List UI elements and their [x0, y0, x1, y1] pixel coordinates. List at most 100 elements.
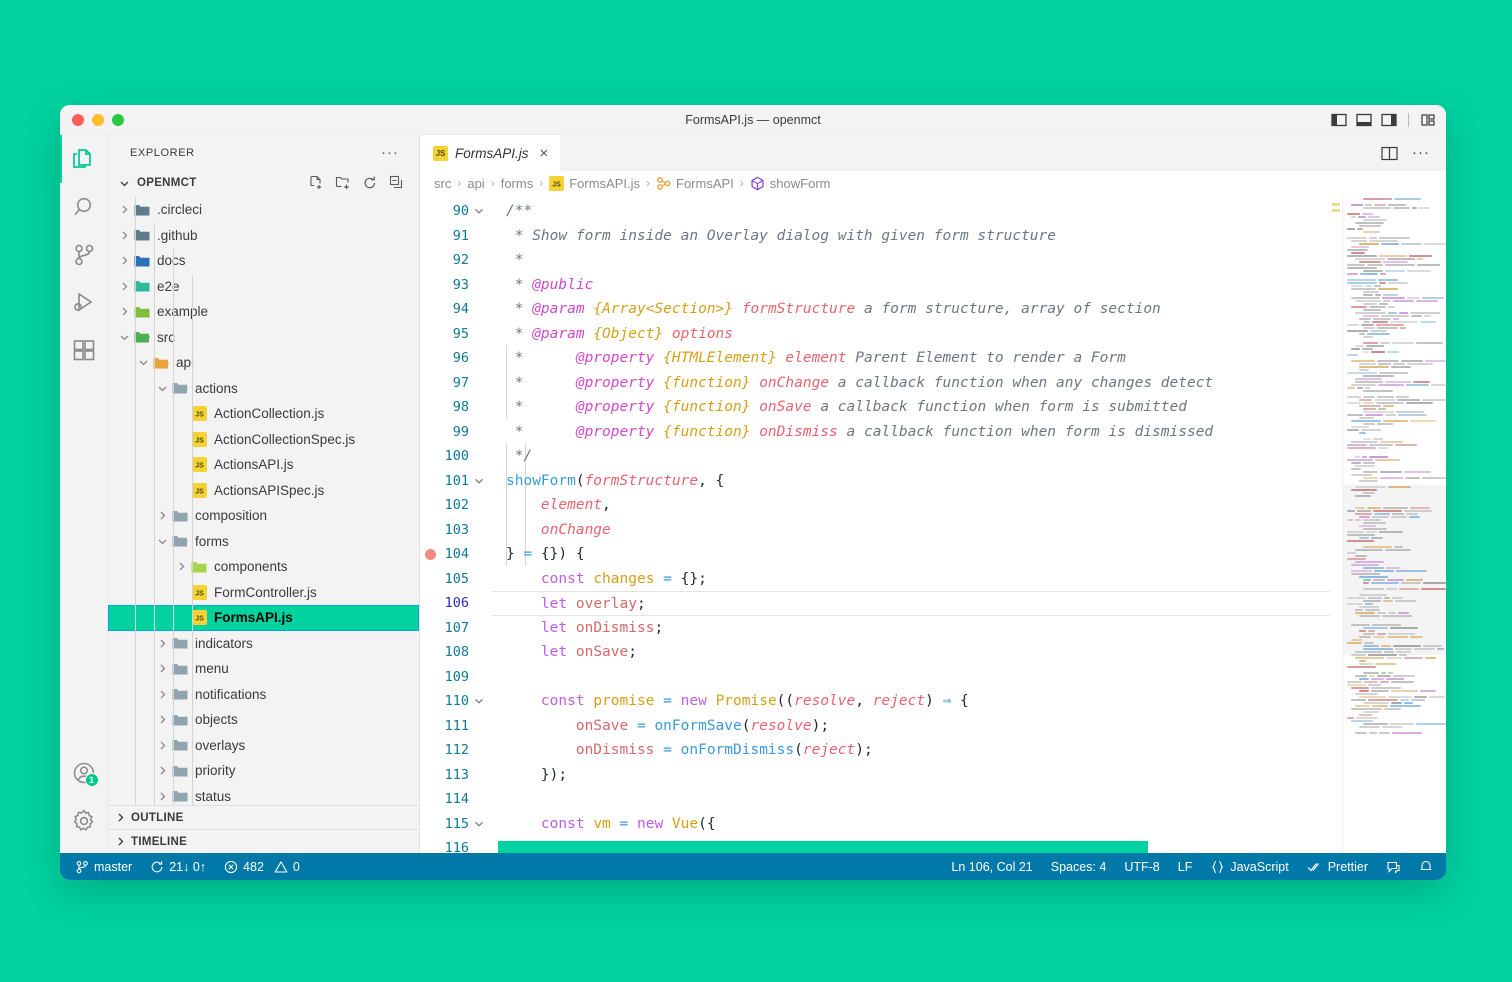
line-number-112[interactable]: 112	[420, 738, 492, 763]
code-line-107[interactable]: let onDismiss;	[492, 616, 1330, 641]
explorer-more-actions-icon[interactable]: ···	[381, 145, 399, 160]
code-line-102[interactable]: element,	[492, 493, 1330, 518]
code-editor[interactable]: 90 91 92 93 94 95 96 97 98 99 100 101 102 103 104 105 10…	[420, 195, 1446, 853]
code-line-98[interactable]: * @property {function} onSave a callback…	[492, 395, 1330, 420]
timeline-pane-header[interactable]: TIMELINE	[108, 829, 419, 853]
code-line-113[interactable]: });	[492, 763, 1330, 788]
horizontal-scrollbar[interactable]	[420, 841, 1342, 853]
chevron-right-icon[interactable]	[154, 790, 170, 803]
chevron-right-icon[interactable]	[154, 688, 170, 701]
chevron-right-icon[interactable]	[154, 662, 170, 675]
chevron-right-icon[interactable]	[154, 764, 170, 777]
line-number-95[interactable]: 95	[420, 322, 492, 347]
chevron-down-icon[interactable]	[116, 331, 132, 344]
workspace-section-header[interactable]: OPENMCT	[108, 170, 419, 196]
chevron-down-icon[interactable]	[154, 382, 170, 395]
code-line-114[interactable]	[492, 787, 1330, 812]
chevron-right-icon[interactable]	[173, 560, 189, 573]
breadcrumb-item-forms[interactable]: forms	[501, 176, 534, 191]
code-line-95[interactable]: * @param {Object} options	[492, 322, 1330, 347]
status-indentation[interactable]: Spaces: 4	[1042, 860, 1116, 874]
window-controls[interactable]	[60, 113, 124, 126]
close-tab-icon[interactable]: ×	[540, 145, 549, 162]
refresh-icon[interactable]	[362, 175, 378, 191]
code-line-111[interactable]: onSave = onFormSave(resolve);	[492, 714, 1330, 739]
status-cursor-position[interactable]: Ln 106, Col 21	[942, 860, 1041, 874]
sidebar-item-explorer[interactable]	[60, 135, 108, 183]
tree-folder-circleci[interactable]: .circleci	[108, 197, 419, 223]
file-tree[interactable]: .circleci .github docs e2e example src api acti…	[108, 196, 419, 805]
line-number-103[interactable]: 103	[420, 518, 492, 543]
line-number-114[interactable]: 114	[420, 787, 492, 812]
line-number-93[interactable]: 93	[420, 273, 492, 298]
code-content[interactable]: /** * Show form inside an Overlay dialog…	[492, 195, 1330, 853]
code-line-110[interactable]: const promise = new Promise((resolve, re…	[492, 689, 1330, 714]
code-line-91[interactable]: * Show form inside an Overlay dialog wit…	[492, 224, 1330, 249]
close-window-button[interactable]	[72, 113, 84, 126]
line-number-94[interactable]: 94	[420, 297, 492, 322]
chevron-right-icon[interactable]	[116, 305, 132, 318]
line-number-115[interactable]: 115	[420, 812, 492, 837]
code-line-105[interactable]: const changes = {};	[492, 567, 1330, 592]
chevron-right-icon[interactable]	[116, 280, 132, 293]
status-formatter[interactable]: Prettier	[1298, 860, 1377, 874]
line-number-100[interactable]: 100	[420, 444, 492, 469]
fold-chevron-icon[interactable]	[469, 475, 489, 487]
breadcrumb-item-api[interactable]: api	[467, 176, 484, 191]
status-language-mode[interactable]: JavaScript	[1201, 860, 1297, 874]
sidebar-item-run-and-debug[interactable]	[60, 279, 108, 327]
line-number-110[interactable]: 110	[420, 689, 492, 714]
chevron-right-icon[interactable]	[154, 713, 170, 726]
chevron-right-icon[interactable]	[116, 254, 132, 267]
sidebar-item-extensions[interactable]	[60, 327, 108, 375]
code-line-93[interactable]: * @public	[492, 273, 1330, 298]
line-number-108[interactable]: 108	[420, 640, 492, 665]
status-feedback[interactable]	[1377, 860, 1410, 874]
line-number-91[interactable]: 91	[420, 224, 492, 249]
code-line-92[interactable]: *	[492, 248, 1330, 273]
line-number-109[interactable]: 109	[420, 665, 492, 690]
status-branch[interactable]: master	[66, 860, 141, 874]
line-number-92[interactable]: 92	[420, 248, 492, 273]
line-number-102[interactable]: 102	[420, 493, 492, 518]
code-line-96[interactable]: * @property {HTMLElement} element Parent…	[492, 346, 1330, 371]
line-number-104[interactable]: 104	[420, 542, 492, 567]
breadcrumb-item-formsapi[interactable]: FormsAPI	[656, 176, 734, 191]
fold-chevron-icon[interactable]	[469, 205, 489, 217]
line-number-90[interactable]: 90	[420, 199, 492, 224]
code-line-101[interactable]: showForm(formStructure, {	[492, 469, 1330, 494]
status-encoding[interactable]: UTF-8	[1115, 860, 1168, 874]
sidebar-item-search[interactable]	[60, 183, 108, 231]
outline-pane-header[interactable]: OUTLINE	[108, 805, 419, 829]
new-folder-icon[interactable]	[335, 175, 351, 191]
code-line-100[interactable]: */	[492, 444, 1330, 469]
chevron-down-icon[interactable]	[154, 535, 170, 548]
new-file-icon[interactable]	[308, 175, 324, 191]
breakpoint-marker[interactable]	[425, 548, 436, 560]
line-number-101[interactable]: 101	[420, 469, 492, 494]
line-number-97[interactable]: 97	[420, 371, 492, 396]
fold-chevron-icon[interactable]	[469, 818, 489, 830]
code-line-90[interactable]: /**	[492, 199, 1330, 224]
manage-settings-button[interactable]	[60, 797, 108, 845]
status-sync[interactable]: 21↓ 0↑	[141, 860, 215, 874]
toggle-primary-sidebar-icon[interactable]	[1331, 113, 1347, 127]
line-number-99[interactable]: 99	[420, 420, 492, 445]
code-line-108[interactable]: let onSave;	[492, 640, 1330, 665]
line-number-107[interactable]: 107	[420, 616, 492, 641]
chevron-down-icon[interactable]	[135, 356, 151, 369]
toggle-secondary-sidebar-icon[interactable]	[1381, 113, 1397, 127]
horizontal-scrollbar-thumb[interactable]	[498, 841, 1148, 853]
code-line-106[interactable]: let overlay;	[492, 591, 1330, 616]
chevron-down-icon[interactable]	[116, 177, 133, 190]
code-line-97[interactable]: * @property {function} onChange a callba…	[492, 371, 1330, 396]
split-editor-icon[interactable]	[1381, 146, 1398, 161]
status-notifications[interactable]	[1410, 859, 1442, 874]
overview-ruler[interactable]	[1330, 195, 1342, 853]
line-number-gutter[interactable]: 90 91 92 93 94 95 96 97 98 99 100 101 102 103 104 105 10…	[420, 195, 492, 853]
line-number-96[interactable]: 96	[420, 346, 492, 371]
line-number-106[interactable]: 106	[420, 591, 492, 616]
status-eol[interactable]: LF	[1169, 860, 1202, 874]
status-problems[interactable]: 482 0	[215, 860, 309, 874]
code-line-104[interactable]: } = {}) {	[492, 542, 1330, 567]
